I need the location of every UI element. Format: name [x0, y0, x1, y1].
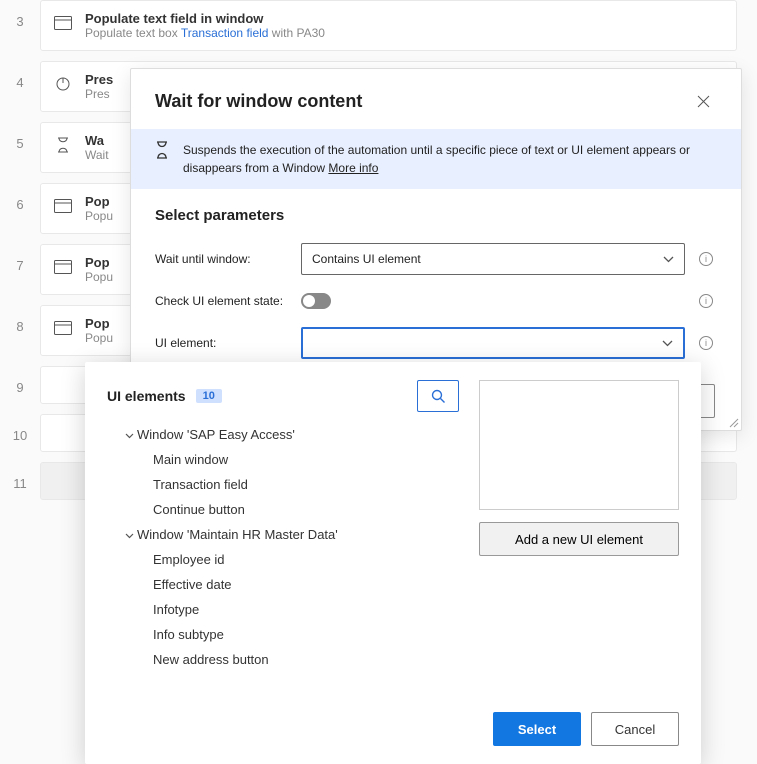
tree-item[interactable]: Main window — [107, 447, 459, 472]
chevron-down-icon — [121, 427, 137, 442]
preview-pane — [479, 380, 679, 510]
tree-item[interactable]: Info subtype — [107, 622, 459, 647]
tree-label: Continue button — [153, 502, 245, 517]
info-banner: Suspends the execution of the automation… — [131, 129, 741, 189]
step-title: Populate text field in window — [85, 11, 724, 26]
hourglass-icon — [155, 141, 169, 177]
step-number: 9 — [0, 366, 40, 395]
close-button[interactable] — [689, 87, 717, 115]
ui-element-select[interactable] — [301, 327, 685, 359]
info-icon[interactable]: i — [699, 294, 713, 308]
step-number: 7 — [0, 244, 40, 273]
step-number: 10 — [0, 414, 40, 443]
resize-handle-icon[interactable] — [727, 416, 739, 428]
tree-label: Effective date — [153, 577, 232, 592]
info-icon[interactable]: i — [699, 252, 713, 266]
info-text: Suspends the execution of the automation… — [183, 143, 690, 175]
window-icon — [53, 257, 73, 277]
tree-item[interactable]: Transaction field — [107, 472, 459, 497]
step-number: 11 — [0, 462, 40, 491]
tree-label: Info subtype — [153, 627, 224, 642]
tree-label: Transaction field — [153, 477, 248, 492]
check-state-toggle[interactable] — [301, 293, 331, 309]
add-ui-element-button[interactable]: Add a new UI element — [479, 522, 679, 556]
popup-title: UI elements — [107, 388, 186, 404]
step-number: 8 — [0, 305, 40, 334]
tree-item[interactable]: Infotype — [107, 597, 459, 622]
mouse-icon — [53, 74, 73, 94]
step-row[interactable]: 3 Populate text field in window Populate… — [0, 0, 757, 51]
tree-label: Window 'Maintain HR Master Data' — [137, 527, 338, 542]
tree-item[interactable]: Employee id — [107, 547, 459, 572]
tree-label: Infotype — [153, 602, 199, 617]
chevron-down-icon — [121, 527, 137, 542]
step-number: 4 — [0, 61, 40, 90]
section-heading: Select parameters — [131, 189, 741, 232]
hourglass-icon — [53, 135, 73, 155]
search-icon — [431, 389, 446, 404]
window-icon — [53, 318, 73, 338]
count-badge: 10 — [196, 389, 222, 403]
dialog-title: Wait for window content — [155, 91, 362, 112]
wait-until-label: Wait until window: — [155, 252, 291, 266]
wait-until-select[interactable]: Contains UI element — [301, 243, 685, 275]
info-icon[interactable]: i — [699, 336, 713, 350]
chevron-down-icon — [663, 252, 674, 266]
tree-item[interactable]: Effective date — [107, 572, 459, 597]
step-number: 5 — [0, 122, 40, 151]
tree-label: Main window — [153, 452, 228, 467]
window-icon — [53, 196, 73, 216]
tree-label: New address button — [153, 652, 269, 667]
ui-elements-tree: Window 'SAP Easy Access' Main window Trans… — [107, 422, 459, 672]
tree-label: Employee id — [153, 552, 225, 567]
select-button[interactable]: Select — [493, 712, 581, 746]
window-icon — [53, 13, 73, 33]
step-number: 6 — [0, 183, 40, 212]
more-info-link[interactable]: More info — [328, 161, 378, 175]
tree-label: Window 'SAP Easy Access' — [137, 427, 295, 442]
step-subtitle: Populate text box Transaction field with… — [85, 26, 724, 40]
tree-item[interactable]: New address button — [107, 647, 459, 672]
check-state-label: Check UI element state: — [155, 294, 291, 308]
ui-element-label: UI element: — [155, 336, 291, 350]
tree-group[interactable]: Window 'Maintain HR Master Data' — [107, 522, 459, 547]
tree-item[interactable]: Continue button — [107, 497, 459, 522]
chevron-down-icon — [662, 336, 673, 350]
tree-group[interactable]: Window 'SAP Easy Access' — [107, 422, 459, 447]
cancel-button[interactable]: Cancel — [591, 712, 679, 746]
step-number: 3 — [0, 0, 40, 29]
ui-elements-popup: UI elements 10 Window 'SAP Easy Access' M… — [85, 362, 701, 764]
wait-until-value: Contains UI element — [312, 252, 421, 266]
search-button[interactable] — [417, 380, 459, 412]
